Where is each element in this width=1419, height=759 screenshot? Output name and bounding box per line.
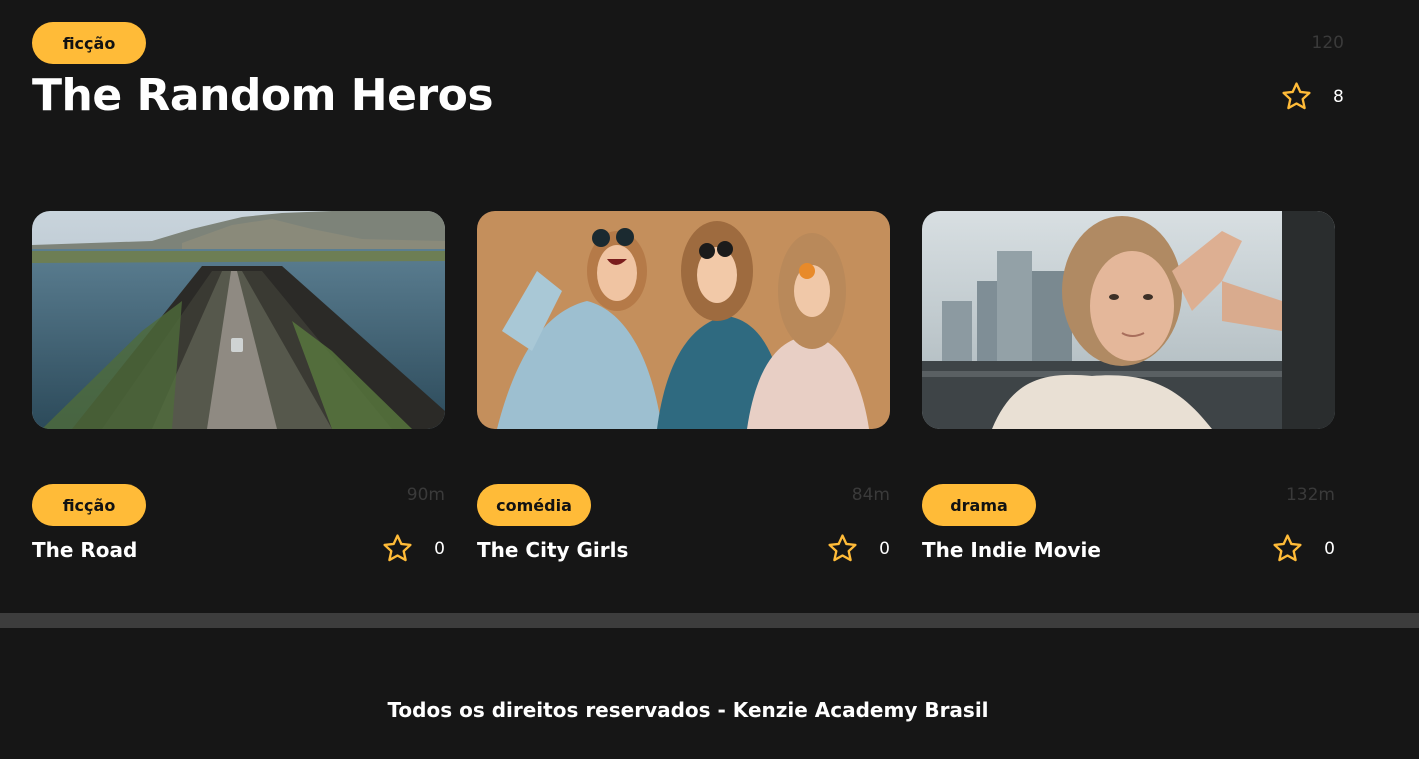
movie-title[interactable]: The Indie Movie: [922, 538, 1101, 562]
movie-page: ficção 120 The Random Heros 8 ficção 90m…: [0, 0, 1419, 759]
hero-rating[interactable]: 8: [1280, 80, 1344, 113]
movie-image: [922, 211, 1335, 429]
hero-title: The Random Heros: [32, 70, 494, 121]
footer-divider: [0, 613, 1419, 628]
movie-title[interactable]: The Road: [32, 538, 137, 562]
movie-duration: 90m: [406, 485, 445, 505]
movie-genre-tag[interactable]: drama: [922, 484, 1036, 526]
movie-card[interactable]: drama 132m The Indie Movie 0: [922, 211, 1335, 571]
movie-image: [32, 211, 445, 429]
movie-duration: 84m: [851, 485, 890, 505]
movie-rating[interactable]: 0: [1271, 532, 1335, 565]
movie-title[interactable]: The City Girls: [477, 538, 628, 562]
movie-rating-value: 0: [1324, 538, 1335, 559]
movie-duration: 132m: [1285, 485, 1335, 505]
movie-genre-tag[interactable]: ficção: [32, 484, 146, 526]
movie-genre-tag[interactable]: comédia: [477, 484, 591, 526]
movie-thumbnail[interactable]: [32, 211, 445, 429]
movie-rating-value: 0: [434, 538, 445, 559]
star-outline-icon[interactable]: [1271, 532, 1304, 565]
star-outline-icon[interactable]: [381, 532, 414, 565]
movie-rating[interactable]: 0: [381, 532, 445, 565]
hero-rating-value: 8: [1333, 86, 1344, 107]
movie-image: [477, 211, 890, 429]
star-outline-icon[interactable]: [826, 532, 859, 565]
movie-rating-value: 0: [879, 538, 890, 559]
movie-thumbnail[interactable]: [922, 211, 1335, 429]
movie-rating[interactable]: 0: [826, 532, 890, 565]
movie-card[interactable]: comédia 84m The City Girls 0: [477, 211, 890, 571]
footer-copyright: Todos os direitos reservados - Kenzie Ac…: [387, 698, 989, 722]
movie-card[interactable]: ficção 90m The Road 0: [32, 211, 445, 571]
hero-genre-tag[interactable]: ficção: [32, 22, 146, 64]
hero-duration: 120: [1311, 33, 1344, 53]
star-outline-icon[interactable]: [1280, 80, 1313, 113]
movie-thumbnail[interactable]: [477, 211, 890, 429]
